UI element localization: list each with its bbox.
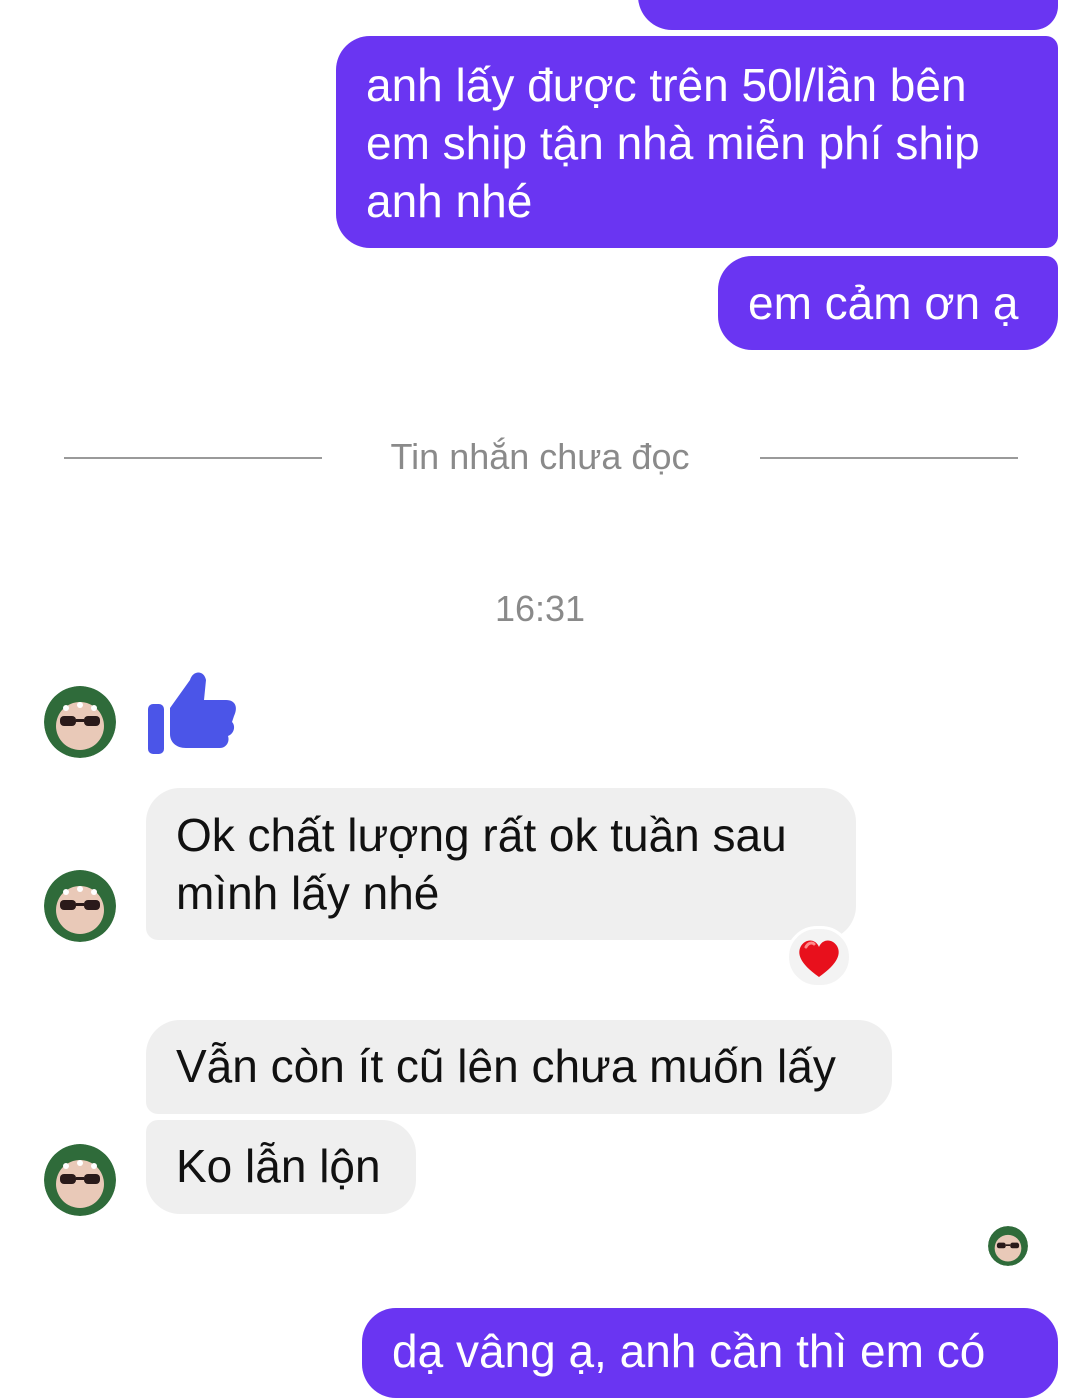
timestamp: 16:31 [494,588,586,629]
incoming-message[interactable]: Ko lẫn lộn [146,1120,416,1214]
incoming-message[interactable]: Ok chất lượng rất ok tuần sau mình lấy n… [146,788,856,940]
seen-avatar [988,1226,1028,1266]
unread-divider-label: Tin nhắn chưa đọc [390,436,690,477]
avatar[interactable] [44,1144,116,1216]
avatar[interactable] [44,686,116,758]
heart-icon [799,940,839,977]
message-text: Ko lẫn lộn [176,1140,381,1192]
message-text: Ok chất lượng rất ok tuần sau mình lấy n… [176,809,787,919]
outgoing-message-partial-bottom[interactable]: dạ vâng ạ, anh cần thì em có [362,1308,1058,1398]
outgoing-message-partial-top[interactable] [638,0,1058,30]
divider-right [760,457,1018,459]
message-text: Vẫn còn ít cũ lên chưa muốn lấy [176,1040,836,1092]
message-text: dạ vâng ạ, anh cần thì em có [392,1325,986,1377]
message-text: em cảm ơn ạ [748,277,1019,329]
message-text: anh lấy được trên 50l/lần bên em ship tậ… [366,59,980,227]
heart-reaction[interactable] [786,926,852,988]
avatar[interactable] [44,870,116,942]
outgoing-message[interactable]: anh lấy được trên 50l/lần bên em ship tậ… [336,36,1058,248]
divider-left [64,457,322,459]
thumbs-up-icon [146,664,238,756]
outgoing-message[interactable]: em cảm ơn ạ [718,256,1058,350]
incoming-message[interactable]: Vẫn còn ít cũ lên chưa muốn lấy [146,1020,892,1114]
